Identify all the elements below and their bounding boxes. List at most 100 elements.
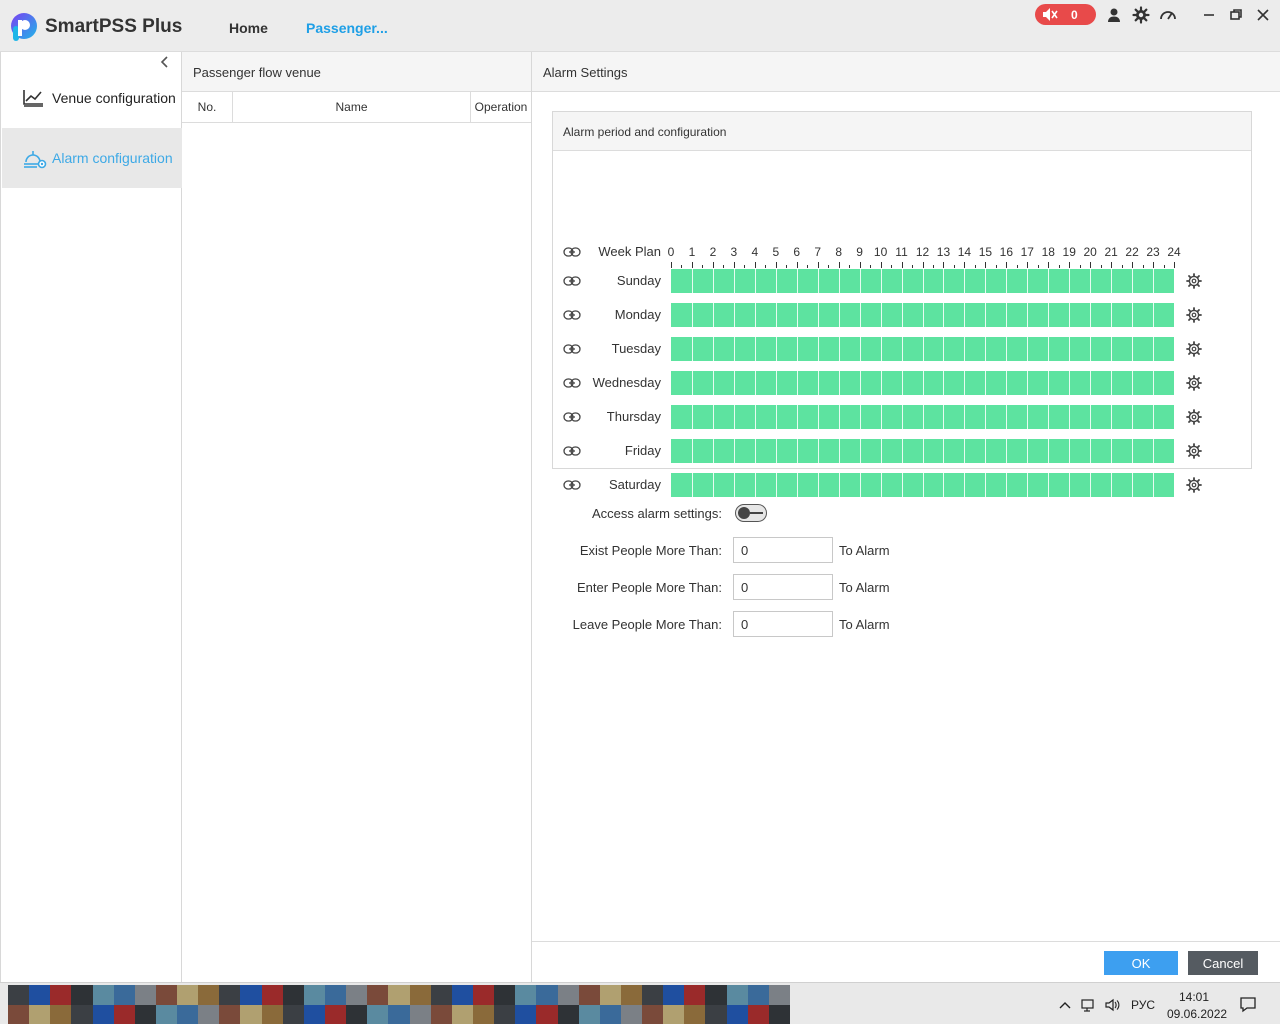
hour-divider: [796, 473, 798, 497]
hour-label: 11: [895, 245, 908, 259]
column-header-operation[interactable]: Operation: [471, 92, 531, 122]
dialog-footer: OK Cancel: [532, 941, 1280, 982]
hour-label: 10: [873, 245, 888, 259]
hour-divider: [1069, 473, 1071, 497]
hour-label: 3: [730, 245, 738, 259]
hour-divider: [880, 337, 882, 361]
restore-icon[interactable]: [1227, 6, 1245, 24]
schedule-bar[interactable]: [671, 439, 1174, 463]
pixel-block: [747, 985, 769, 1005]
week-plan-label: Week Plan: [598, 244, 661, 259]
volume-icon[interactable]: [1104, 997, 1120, 1013]
sidebar-item-venue-configuration[interactable]: Venue configuration: [2, 68, 182, 128]
schedule-bar[interactable]: [671, 405, 1174, 429]
day-settings-gear-icon[interactable]: [1186, 443, 1202, 459]
clock-time[interactable]: 14:01: [1179, 990, 1209, 1004]
schedule-bar[interactable]: [671, 269, 1174, 293]
hour-label: 19: [1062, 245, 1076, 259]
tab-passenger[interactable]: Passenger...: [306, 20, 388, 36]
half-hour-tick: [1079, 265, 1081, 268]
hour-tick: [880, 262, 882, 268]
hour-divider: [901, 405, 903, 429]
day-settings-gear-icon[interactable]: [1186, 477, 1202, 493]
enter-people-label: Enter People More Than:: [576, 580, 722, 595]
hour-tick: [817, 262, 819, 268]
half-hour-tick: [744, 265, 746, 268]
half-hour-tick: [912, 265, 914, 268]
schedule-bar[interactable]: [671, 371, 1174, 395]
notification-icon[interactable]: [1239, 995, 1257, 1013]
hour-divider: [1027, 371, 1029, 395]
hour-divider: [817, 405, 819, 429]
alarm-counter-button[interactable]: 0: [1035, 4, 1096, 25]
access-alarm-label: Access alarm settings:: [591, 506, 722, 521]
hour-label: 22: [1125, 245, 1139, 259]
exist-people-suffix: To Alarm: [839, 543, 890, 558]
hour-divider: [1090, 269, 1092, 293]
tab-home[interactable]: Home: [229, 20, 268, 36]
leave-people-label: Leave People More Than:: [572, 617, 722, 632]
access-alarm-toggle[interactable]: [735, 504, 767, 522]
sidebar-item-alarm-configuration[interactable]: Alarm configuration: [2, 128, 182, 188]
hour-divider: [1132, 405, 1134, 429]
hour-divider: [880, 439, 882, 463]
half-hour-tick: [1016, 265, 1018, 268]
pixel-block: [557, 1005, 579, 1024]
column-header-no[interactable]: No.: [182, 92, 233, 122]
hour-divider: [817, 371, 819, 395]
hour-divider: [796, 371, 798, 395]
pixel-block: [642, 985, 664, 1005]
hour-divider: [775, 269, 777, 293]
tray-chevron-up-icon[interactable]: [1057, 997, 1073, 1013]
hour-label: 4: [751, 245, 759, 259]
day-settings-gear-icon[interactable]: [1186, 307, 1202, 323]
ok-button[interactable]: OK: [1104, 951, 1178, 975]
hour-divider: [775, 371, 777, 395]
alarm-period-title: Alarm period and configuration: [563, 125, 727, 139]
performance-gauge-icon[interactable]: [1159, 6, 1177, 24]
hour-divider: [901, 303, 903, 327]
app-title: SmartPSS Plus: [45, 16, 183, 37]
hour-divider: [1153, 337, 1155, 361]
hour-divider: [754, 269, 756, 293]
hour-divider: [1069, 337, 1071, 361]
network-icon[interactable]: [1080, 997, 1096, 1013]
smartpss-logo-icon: [11, 13, 37, 41]
pixel-block: [282, 1005, 304, 1024]
hour-divider: [1153, 439, 1155, 463]
minimize-icon[interactable]: [1200, 6, 1218, 24]
enter-people-input[interactable]: [733, 574, 833, 600]
day-settings-gear-icon[interactable]: [1186, 341, 1202, 357]
hour-tick: [922, 262, 924, 268]
exist-people-label: Exist People More Than:: [579, 543, 722, 558]
exist-people-input[interactable]: [733, 537, 833, 563]
hour-divider: [754, 371, 756, 395]
pixel-block: [536, 1005, 558, 1024]
day-settings-gear-icon[interactable]: [1186, 409, 1202, 425]
hour-divider: [901, 337, 903, 361]
hour-tick: [1006, 262, 1008, 268]
hour-divider: [1111, 303, 1113, 327]
clock-date[interactable]: 09.06.2022: [1167, 1007, 1227, 1021]
pixel-block: [451, 1005, 473, 1024]
pixel-block: [219, 985, 241, 1005]
leave-people-input[interactable]: [733, 611, 833, 637]
day-settings-gear-icon[interactable]: [1186, 375, 1202, 391]
cancel-button[interactable]: Cancel: [1188, 951, 1258, 975]
column-header-name[interactable]: Name: [233, 92, 471, 122]
venue-chart-icon: [23, 90, 43, 107]
hour-tick: [733, 262, 735, 268]
hour-divider: [1090, 337, 1092, 361]
language-indicator[interactable]: РУС: [1131, 998, 1155, 1012]
hour-divider: [1006, 473, 1008, 497]
user-icon[interactable]: [1105, 6, 1123, 24]
close-icon[interactable]: [1254, 6, 1272, 24]
schedule-bar[interactable]: [671, 303, 1174, 327]
settings-gear-icon[interactable]: [1132, 6, 1150, 24]
schedule-bar[interactable]: [671, 337, 1174, 361]
schedule-bar[interactable]: [671, 473, 1174, 497]
hour-label: 2: [709, 245, 717, 259]
day-settings-gear-icon[interactable]: [1186, 273, 1202, 289]
hour-divider: [712, 337, 714, 361]
hour-divider: [775, 439, 777, 463]
